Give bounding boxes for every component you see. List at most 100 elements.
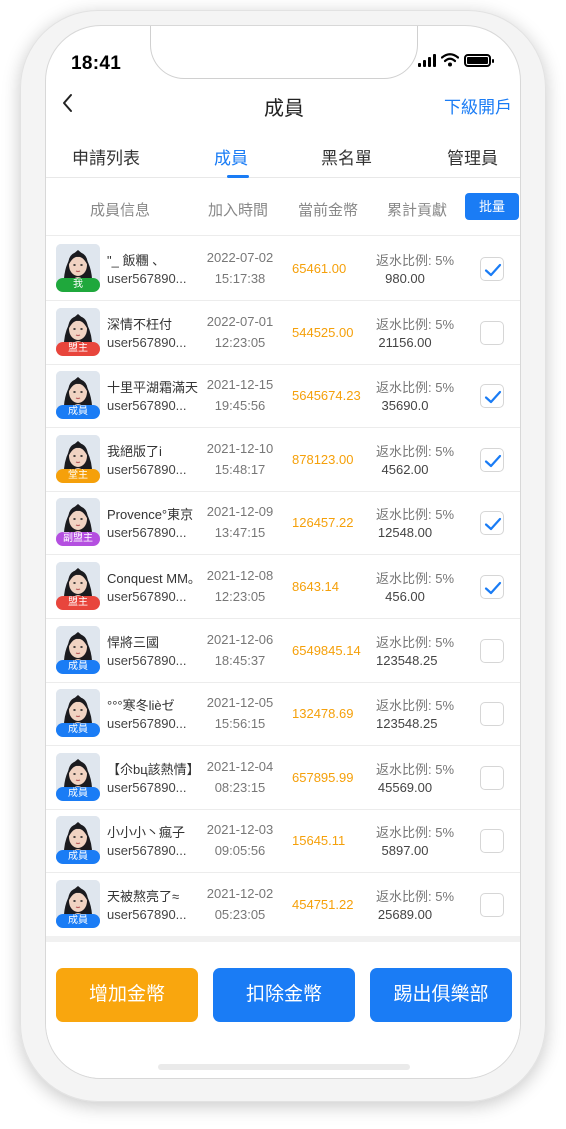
join-time: 12:23:05 <box>214 334 266 350</box>
tab-members[interactable]: 成員 <box>214 144 248 169</box>
total-contribution: 35690.0 <box>381 398 429 414</box>
join-time: 12:23:05 <box>214 589 266 604</box>
member-user-id: user567890... <box>107 334 187 350</box>
current-coins: 6549845.14 <box>292 642 361 658</box>
checkmark-icon <box>484 518 502 531</box>
member-nickname: 深情不枉付 <box>107 316 173 332</box>
role-badge: 成員 <box>56 914 100 928</box>
tab-blacklist[interactable]: 黑名單 <box>321 144 372 169</box>
select-checkbox[interactable] <box>480 575 504 599</box>
join-date: 2021-12-03 <box>206 822 274 838</box>
member-row[interactable]: 成員 天被熬亮了≈ user567890... 2021-12-02 05:23… <box>46 873 520 937</box>
header-current-coins: 當前金幣 <box>298 202 359 219</box>
wifi-icon <box>441 53 459 67</box>
notch <box>150 26 418 79</box>
role-badge: 盟主 <box>56 596 100 610</box>
member-row[interactable]: 成員 悍將三國 user567890... 2021-12-06 18:45:3… <box>46 619 520 683</box>
select-checkbox[interactable] <box>480 511 504 536</box>
header-join-time: 加入時間 <box>208 202 269 219</box>
member-nickname: Provence°東京 <box>107 507 194 523</box>
role-badge: 副盟主 <box>56 532 100 547</box>
subordinate-account-link[interactable]: 下級開戶 <box>444 93 512 118</box>
member-row[interactable]: 成員 【尒bц該熱情】 user567890... 2021-12-04 08:… <box>46 746 520 810</box>
select-checkbox[interactable] <box>480 638 504 663</box>
select-checkbox[interactable] <box>480 257 504 281</box>
member-user-id: user567890... <box>107 907 187 922</box>
member-row[interactable]: 盟主 Conquest MM。 user567890... 2021-12-08… <box>46 555 520 619</box>
rebate-rate: 返水比例: 5% <box>376 316 455 332</box>
status-icons <box>418 53 494 67</box>
role-badge: 成員 <box>56 723 100 738</box>
rebate-rate: 返水比例: 5% <box>376 634 455 650</box>
rebate-rate: 返水比例: 5% <box>376 761 455 777</box>
rebate-rate: 返水比例: 5% <box>376 253 455 268</box>
batch-button[interactable]: 批量 <box>465 193 519 220</box>
member-row[interactable]: 堂主 我絕版了i user567890... 2021-12-10 15:48:… <box>46 428 520 492</box>
current-coins: 15645.11 <box>292 833 346 849</box>
member-row[interactable]: 成員 十里平湖霜滿天 user567890... 2021-12-15 19:4… <box>46 364 520 429</box>
join-time: 09:05:56 <box>214 843 266 859</box>
select-checkbox[interactable] <box>480 702 504 727</box>
join-date: 2022-07-02 <box>206 250 274 265</box>
checkmark-icon <box>484 263 502 277</box>
total-contribution: 25689.00 <box>377 907 433 922</box>
member-row[interactable]: 副盟主 Provence°東京 user567890... 2021-12-09… <box>46 491 520 556</box>
select-checkbox[interactable] <box>480 893 504 917</box>
select-checkbox[interactable] <box>480 829 504 854</box>
rebate-rate: 返水比例: 5% <box>376 698 455 714</box>
rebate-rate: 返水比例: 5% <box>376 825 455 841</box>
total-contribution: 45569.00 <box>377 779 433 795</box>
rebate-rate: 返水比例: 5% <box>376 507 455 523</box>
role-badge: 堂主 <box>56 468 100 483</box>
tab-applications[interactable]: 申請列表 <box>72 144 140 169</box>
current-coins: 454751.22 <box>292 897 354 912</box>
join-time: 08:23:15 <box>214 779 266 795</box>
join-date: 2021-12-08 <box>206 568 274 583</box>
kick-from-club-button[interactable]: 踢出俱樂部 <box>370 968 512 1022</box>
add-coins-button[interactable]: 增加金幣 <box>56 968 198 1022</box>
total-contribution: 5897.00 <box>381 843 429 859</box>
member-row[interactable]: 我 "_ 飯糰 、 user567890... 2022-07-02 15:17… <box>46 237 520 301</box>
signal-icon <box>418 53 436 67</box>
select-checkbox[interactable] <box>480 447 504 472</box>
total-contribution: 980.00 <box>385 271 425 286</box>
member-user-id: user567890... <box>107 652 187 668</box>
header-contribution: 累計貢獻 <box>387 202 448 219</box>
member-nickname: 【尒bц該熱情】 <box>107 761 200 777</box>
select-checkbox[interactable] <box>480 320 504 345</box>
member-nickname: 天被熬亮了≈ <box>107 889 180 904</box>
member-user-id: user567890... <box>107 271 187 286</box>
join-date: 2021-12-10 <box>206 440 274 456</box>
nav-bar: 成員 下級開戶 <box>46 86 520 124</box>
current-coins: 878123.00 <box>292 451 354 467</box>
current-coins: 126457.22 <box>292 515 354 531</box>
current-coins: 8643.14 <box>292 579 339 594</box>
rebate-rate: 返水比例: 5% <box>376 571 455 586</box>
role-badge: 成員 <box>56 850 100 865</box>
deduct-coins-button[interactable]: 扣除金幣 <box>213 968 355 1022</box>
join-date: 2021-12-15 <box>206 377 274 393</box>
member-user-id: user567890... <box>107 589 187 604</box>
battery-icon <box>464 53 494 67</box>
member-row[interactable]: 成員 °°°寒冬lièゼ user567890... 2021-12-05 15… <box>46 682 520 747</box>
join-time: 05:23:05 <box>214 907 266 922</box>
select-checkbox[interactable] <box>480 384 504 409</box>
active-tab-indicator <box>227 175 249 178</box>
select-checkbox[interactable] <box>480 765 504 790</box>
member-user-id: user567890... <box>107 716 187 732</box>
member-row[interactable]: 盟主 深情不枉付 user567890... 2022-07-01 12:23:… <box>46 301 520 365</box>
join-date: 2021-12-04 <box>206 758 274 774</box>
member-user-id: user567890... <box>107 779 187 795</box>
tab-admins[interactable]: 管理員 <box>447 144 498 169</box>
table-header: 成員信息 加入時間 當前金幣 累計貢獻 批量 <box>46 186 520 236</box>
role-badge: 成員 <box>56 659 100 674</box>
member-user-id: user567890... <box>107 461 187 477</box>
member-row[interactable]: 成員 小小小丶瘋子 user567890... 2021-12-03 09:05… <box>46 809 520 874</box>
member-nickname: 十里平湖霜滿天 <box>107 380 199 396</box>
member-nickname: 悍將三國 <box>107 634 160 650</box>
phone-screen: 18:41 成員 下級開戶 申請列表 成員 黑名單 管理員 成員信息 加入時間 … <box>45 25 521 1079</box>
role-badge: 我 <box>56 278 100 292</box>
role-badge: 盟主 <box>56 341 100 356</box>
total-contribution: 12548.00 <box>377 525 433 541</box>
current-coins: 132478.69 <box>292 706 354 722</box>
